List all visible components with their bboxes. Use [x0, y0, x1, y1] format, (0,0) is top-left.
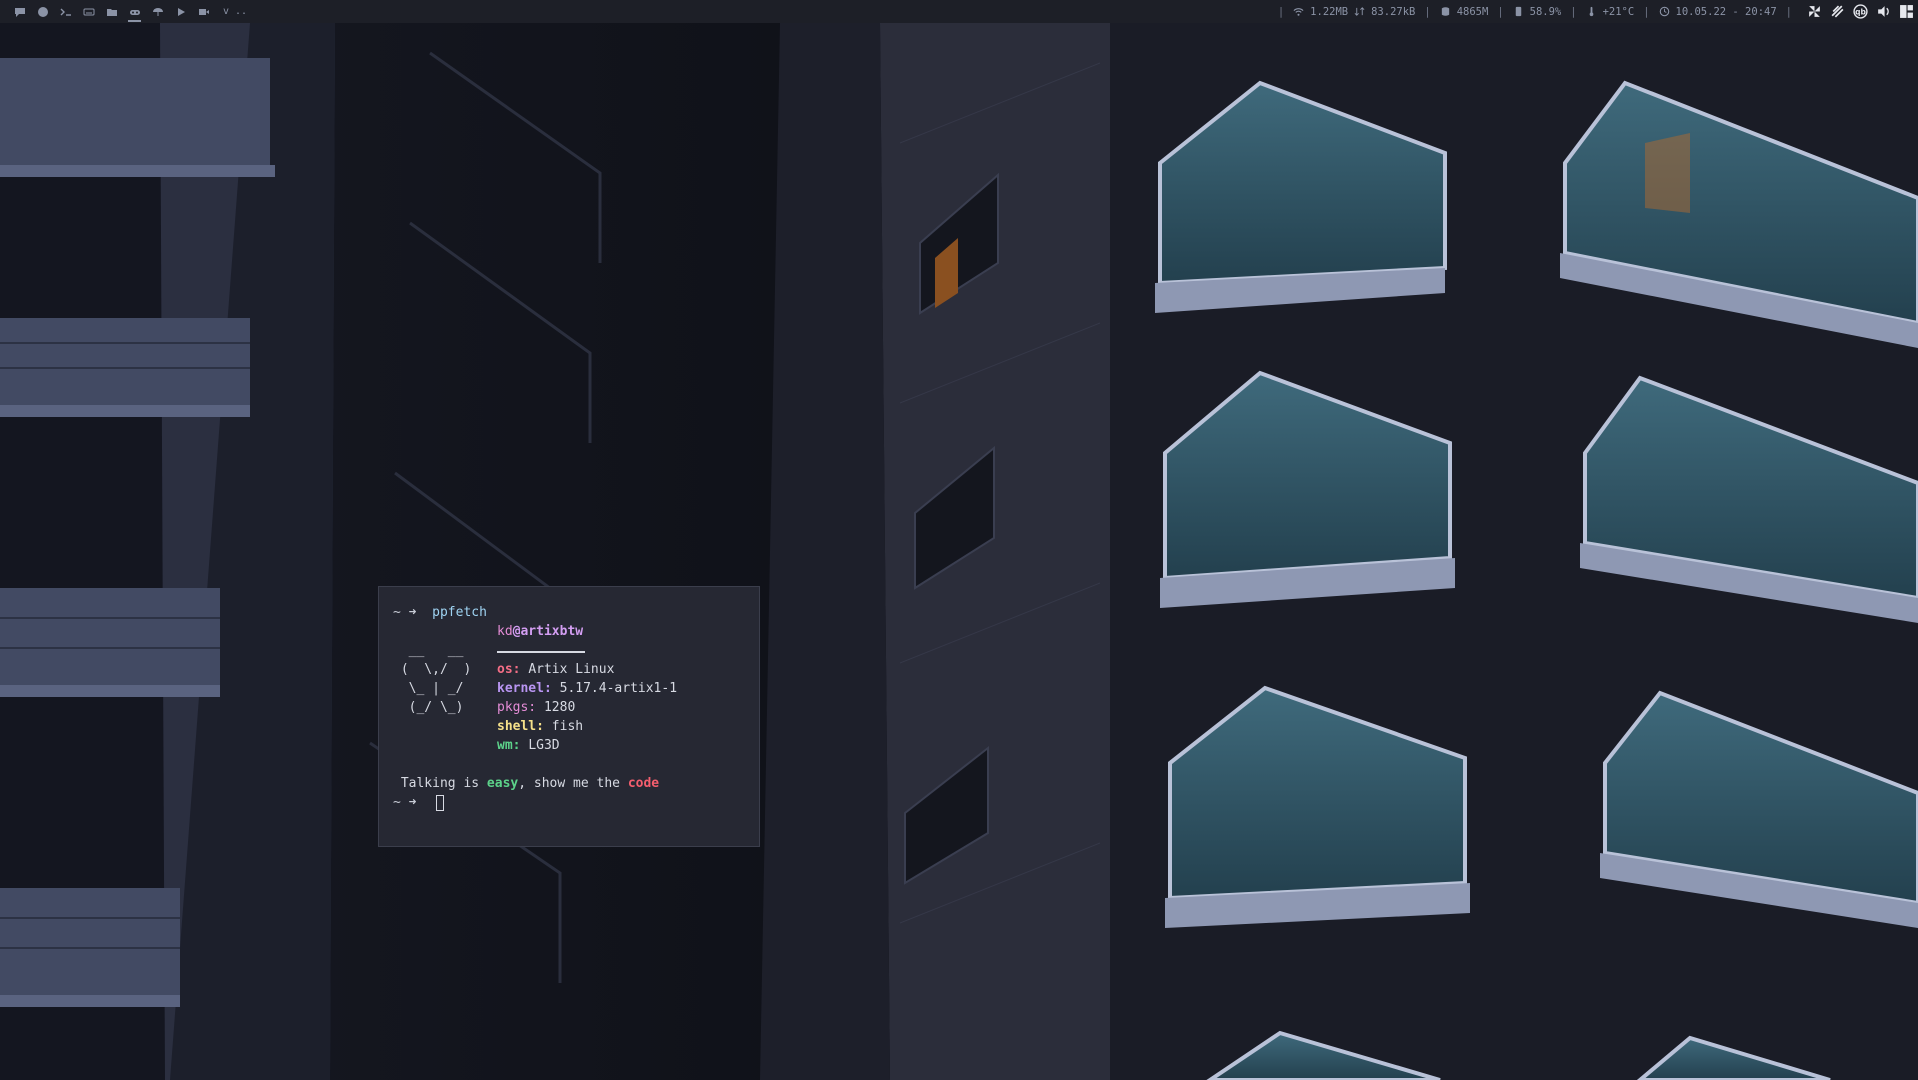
pinwheel-icon[interactable]: [1807, 4, 1822, 19]
quote-easy: easy: [486, 776, 519, 791]
network-updown: 83.27kB: [1371, 5, 1416, 18]
workspace-extra[interactable]: v ..: [223, 6, 247, 17]
system-tray: qb: [1807, 4, 1914, 19]
steam-icon[interactable]: [1830, 4, 1845, 19]
top-bar: v .. | 1.22MB 83.27kB | 4865M | 58.9% | …: [0, 0, 1918, 23]
cursor: [436, 794, 445, 811]
keyboard-icon: [83, 8, 94, 15]
info-row: os: Artix Linux: [497, 660, 677, 679]
info-row: kernel: 5.17.4-artix1-1: [497, 679, 677, 698]
layout-icon[interactable]: [1899, 4, 1914, 19]
workspace-chat[interactable]: [8, 0, 31, 23]
info-value: 5.17.4-artix1-1: [559, 681, 678, 696]
updown-arrows-icon: [1354, 7, 1365, 16]
chat-icon: [14, 7, 25, 17]
workspace-terminal[interactable]: [54, 0, 77, 23]
wifi-icon: [1293, 8, 1304, 16]
thermometer-icon: [1589, 6, 1593, 17]
firefox-icon: [37, 6, 48, 17]
battery-icon: [1515, 6, 1521, 17]
play-icon: [177, 7, 185, 16]
info-row: shell: fish: [497, 717, 677, 736]
separator: |: [1785, 5, 1792, 18]
volume-icon[interactable]: [1876, 4, 1891, 19]
info-key: os:: [497, 662, 521, 677]
info-value: Artix Linux: [528, 662, 615, 677]
logo-line: \_ | _/: [393, 681, 464, 696]
quote-line: Talking is easy, show me the code: [393, 774, 759, 793]
clock-icon: [1659, 6, 1669, 17]
cpu-module[interactable]: 58.9%: [1513, 5, 1562, 18]
separator: |: [1424, 5, 1431, 18]
separator: |: [1497, 5, 1504, 18]
workspace-browser[interactable]: [31, 0, 54, 23]
database-icon: [1441, 7, 1449, 16]
quote-code: code: [627, 776, 660, 791]
workspace-games[interactable]: [123, 0, 146, 23]
folder-icon: [106, 8, 117, 16]
logo-line: (_/ \_): [393, 700, 464, 715]
ascii-logo: __ __ ( \,/ ) \_ | _/ (_/ \_): [393, 622, 497, 755]
gamepad-icon: [129, 9, 140, 15]
network-speed: 1.22MB: [1310, 5, 1349, 18]
info-key: shell:: [497, 719, 544, 734]
logo-line: ( \,/ ): [393, 662, 472, 677]
memory-value: 4865M: [1456, 5, 1489, 18]
separator: |: [1570, 5, 1577, 18]
workspace-video[interactable]: [192, 0, 215, 23]
hostname: artixbtw: [520, 624, 584, 639]
username: kd: [497, 624, 513, 639]
fetch-output: __ __ ( \,/ ) \_ | _/ (_/ \_) kd@artixbt…: [393, 622, 759, 755]
info-key: pkgs:: [497, 700, 537, 715]
info-row: pkgs: 1280: [497, 698, 677, 717]
cpu-value: 58.9%: [1529, 5, 1562, 18]
info-key: kernel:: [497, 681, 552, 696]
system-info: kd@artixbtw os: Artix Linux kernel: 5.17.…: [497, 622, 677, 755]
workspace-media[interactable]: [169, 0, 192, 23]
network-module[interactable]: 1.22MB 83.27kB: [1293, 6, 1415, 18]
terminal-window[interactable]: ~ ➜ ppfetch __ __ ( \,/ ) \_ | _/ (_/ \_…: [378, 586, 760, 847]
wallpaper-image: [0, 23, 1918, 1080]
input-line[interactable]: ~ ➜: [393, 793, 759, 812]
command-line: ~ ➜ ppfetch: [393, 603, 759, 622]
umbrella-icon: [152, 7, 163, 16]
user-host: kd@artixbtw: [497, 622, 677, 641]
command: ppfetch: [432, 605, 487, 620]
workspace-keyboard[interactable]: [77, 0, 100, 23]
info-key: wm:: [497, 738, 521, 753]
separator: |: [1277, 5, 1285, 18]
svg-text:qb: qb: [1855, 8, 1866, 17]
logo-line: __ __: [393, 643, 464, 658]
separator-line: [497, 641, 677, 660]
status-area: | 1.22MB 83.27kB | 4865M | 58.9% | +21°C…: [1269, 0, 1918, 23]
info-value: fish: [551, 719, 584, 734]
quote-part: , show me the: [518, 776, 628, 791]
workspace-files[interactable]: [100, 0, 123, 23]
info-row: wm: LG3D: [497, 736, 677, 755]
memory-module[interactable]: 4865M: [1440, 5, 1489, 18]
quote-part: Talking is: [400, 776, 487, 791]
prompt: ~ ➜: [393, 605, 417, 620]
info-value: LG3D: [528, 738, 560, 753]
separator: |: [1643, 5, 1650, 18]
clock-module[interactable]: 10.05.22 - 20:47: [1659, 6, 1777, 18]
info-value: 1280: [543, 700, 576, 715]
temperature-value: +21°C: [1602, 5, 1635, 18]
workspace-weather[interactable]: [146, 0, 169, 23]
video-icon: [198, 8, 209, 15]
prompt: ~ ➜: [393, 795, 417, 810]
temperature-module[interactable]: +21°C: [1586, 5, 1635, 18]
terminal-icon: [60, 8, 71, 16]
qbittorrent-icon[interactable]: qb: [1853, 4, 1868, 19]
datetime: 10.05.22 - 20:47: [1675, 5, 1777, 18]
workspace-list: v ..: [0, 0, 247, 23]
